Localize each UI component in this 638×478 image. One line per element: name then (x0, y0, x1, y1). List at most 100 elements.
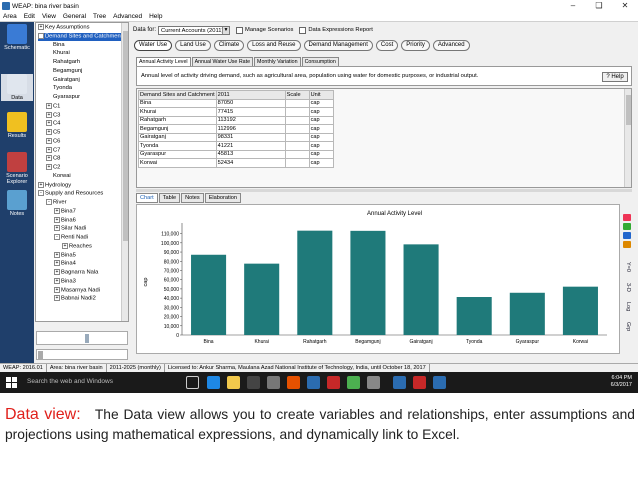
expand-icon[interactable]: + (46, 111, 52, 118)
tree-node[interactable]: + Bina7 (54, 207, 76, 216)
chart-tool-icon[interactable] (623, 214, 631, 221)
expand-icon[interactable]: + (54, 225, 60, 232)
bar-korwai[interactable] (562, 286, 598, 335)
tree-node[interactable]: + Key Assumptions (38, 24, 89, 32)
chart-option-grp[interactable]: Grp (623, 318, 631, 336)
bar-khurai[interactable] (244, 263, 280, 335)
column-header[interactable]: Scale (284, 90, 310, 100)
view-scenario-explorer[interactable]: Scenario Explorer (1, 152, 33, 185)
table-row[interactable]: Rahatgarh 113192 cap (138, 115, 334, 125)
tree-node[interactable]: + Bina3 (54, 277, 76, 286)
table-cell[interactable] (284, 132, 310, 142)
chart-tool-icon[interactable] (623, 223, 631, 230)
year-slider-knob[interactable] (38, 351, 43, 359)
menu-view[interactable]: View (42, 13, 56, 20)
tree-node[interactable]: + C5 (46, 129, 60, 137)
taskbar-search[interactable]: Search the web and Windows (27, 378, 113, 385)
expand-icon[interactable]: + (62, 242, 68, 249)
tree-node[interactable]: + Bina5 (54, 251, 76, 260)
tree-node[interactable]: + Bagnarra Nala (54, 269, 98, 277)
tab-loss-and-reuse[interactable]: Loss and Reuse (247, 40, 301, 51)
table-cell[interactable]: 113192 (215, 115, 286, 125)
table-row[interactable]: Tyonda 41221 cap (138, 141, 334, 151)
chart-tool-icon[interactable] (623, 232, 631, 239)
table-cell[interactable] (284, 98, 310, 108)
chart-tool-icon[interactable] (623, 241, 631, 248)
table-row[interactable]: Korwai 52434 cap (138, 158, 334, 168)
table-cell[interactable]: Gyaraspur (138, 149, 217, 159)
collapse-icon[interactable]: - (46, 199, 52, 205)
table-cell[interactable]: Korwai (138, 158, 217, 168)
menu-edit[interactable]: Edit (24, 13, 35, 20)
collapse-icon[interactable]: - (38, 190, 44, 197)
table-row[interactable]: Gairatganj 98331 cap (138, 132, 334, 142)
collapse-icon[interactable]: - (38, 32, 44, 39)
menu-advanced[interactable]: Advanced (113, 13, 142, 20)
tree-node[interactable]: Khurai (53, 50, 70, 58)
view-data[interactable]: Data (1, 74, 33, 101)
chart-option-y0[interactable]: Y=0 (623, 258, 631, 276)
table-cell[interactable] (284, 107, 310, 117)
expand-icon[interactable]: + (54, 260, 60, 267)
chart-option-log[interactable]: Log (623, 298, 631, 316)
word-icon[interactable] (307, 376, 320, 389)
tree-node[interactable]: + Reaches (62, 242, 92, 251)
table-cell[interactable] (284, 158, 310, 168)
close-button[interactable]: ✕ (612, 0, 638, 12)
tree-zoom-slider[interactable] (36, 331, 128, 345)
tree-node[interactable]: - Demand Sites and Catchments (38, 32, 126, 41)
tab-priority[interactable]: Priority (401, 40, 430, 51)
expand-icon[interactable]: + (54, 216, 60, 223)
tree-node[interactable]: + Masarnya Nadi (54, 286, 100, 295)
year-slider[interactable] (36, 349, 128, 360)
bar-rahatgarh[interactable] (297, 230, 333, 335)
table-cell[interactable]: 41221 (215, 141, 286, 151)
chevron-down-icon[interactable]: ▼ (222, 26, 230, 34)
menu-general[interactable]: General (63, 13, 86, 20)
data-tree[interactable]: + Key Assumptions - Demand Sites and Catchm… (35, 22, 129, 322)
table-cell[interactable]: Bina (138, 98, 217, 108)
expand-icon[interactable]: + (46, 155, 52, 162)
word3-icon[interactable] (433, 376, 446, 389)
tab-water-use[interactable]: Water Use (134, 40, 173, 51)
data-expressions-report-button[interactable]: Data Expressions Report (299, 26, 373, 34)
table-cell[interactable]: cap (308, 149, 334, 159)
table-row[interactable]: Begamgunj 112996 cap (138, 124, 334, 134)
view-notes[interactable]: Notes (1, 190, 33, 217)
menu-tree[interactable]: Tree (93, 13, 106, 20)
expand-icon[interactable]: + (54, 207, 60, 214)
column-header[interactable]: 2011 (215, 90, 286, 100)
expand-icon[interactable]: + (54, 286, 60, 293)
tree-scrollbar[interactable] (121, 23, 128, 321)
word2-icon[interactable] (393, 376, 406, 389)
table-cell[interactable]: Begamgunj (138, 124, 217, 134)
table-cell[interactable]: 45813 (215, 149, 286, 159)
expand-icon[interactable]: + (46, 146, 52, 153)
table-cell[interactable]: cap (308, 107, 334, 117)
tree-node[interactable]: Rahatgarh (53, 59, 80, 67)
tree-node[interactable]: + C6 (46, 137, 60, 146)
tree-node[interactable]: + Bina4 (54, 260, 76, 268)
result-tab-elaboration[interactable]: Elaboration (204, 193, 241, 203)
tree-node[interactable]: Tyonda (53, 85, 72, 93)
view-schematic[interactable]: Schematic (1, 24, 33, 51)
table-cell[interactable] (284, 149, 310, 159)
tree-node[interactable]: Bina (53, 42, 65, 50)
acrobat-icon[interactable] (327, 376, 340, 389)
table-cell[interactable]: 87050 (215, 98, 286, 108)
expand-icon[interactable]: + (38, 24, 44, 30)
tree-node[interactable]: Gairatganj (53, 77, 80, 85)
scenario-select[interactable]: Current Accounts (2011) ▼ (158, 25, 231, 35)
subtab-monthly-variation[interactable]: Monthly Variation (254, 57, 301, 66)
weap-taskbar-icon[interactable] (347, 376, 360, 389)
tree-node[interactable]: + C8 (46, 155, 60, 163)
table-scroll-thumb[interactable] (626, 95, 631, 125)
taskbar-clock[interactable]: 6:04 PM 6/3/2017 (611, 375, 632, 389)
expand-icon[interactable]: + (46, 102, 52, 109)
panel-splitter[interactable] (136, 189, 632, 192)
windows-start-icon[interactable] (6, 377, 17, 388)
tree-node[interactable]: + C3 (46, 111, 60, 120)
table-cell[interactable]: cap (308, 158, 334, 168)
tree-node[interactable]: + Silar Nadi (54, 225, 86, 233)
store-icon[interactable] (247, 376, 260, 389)
